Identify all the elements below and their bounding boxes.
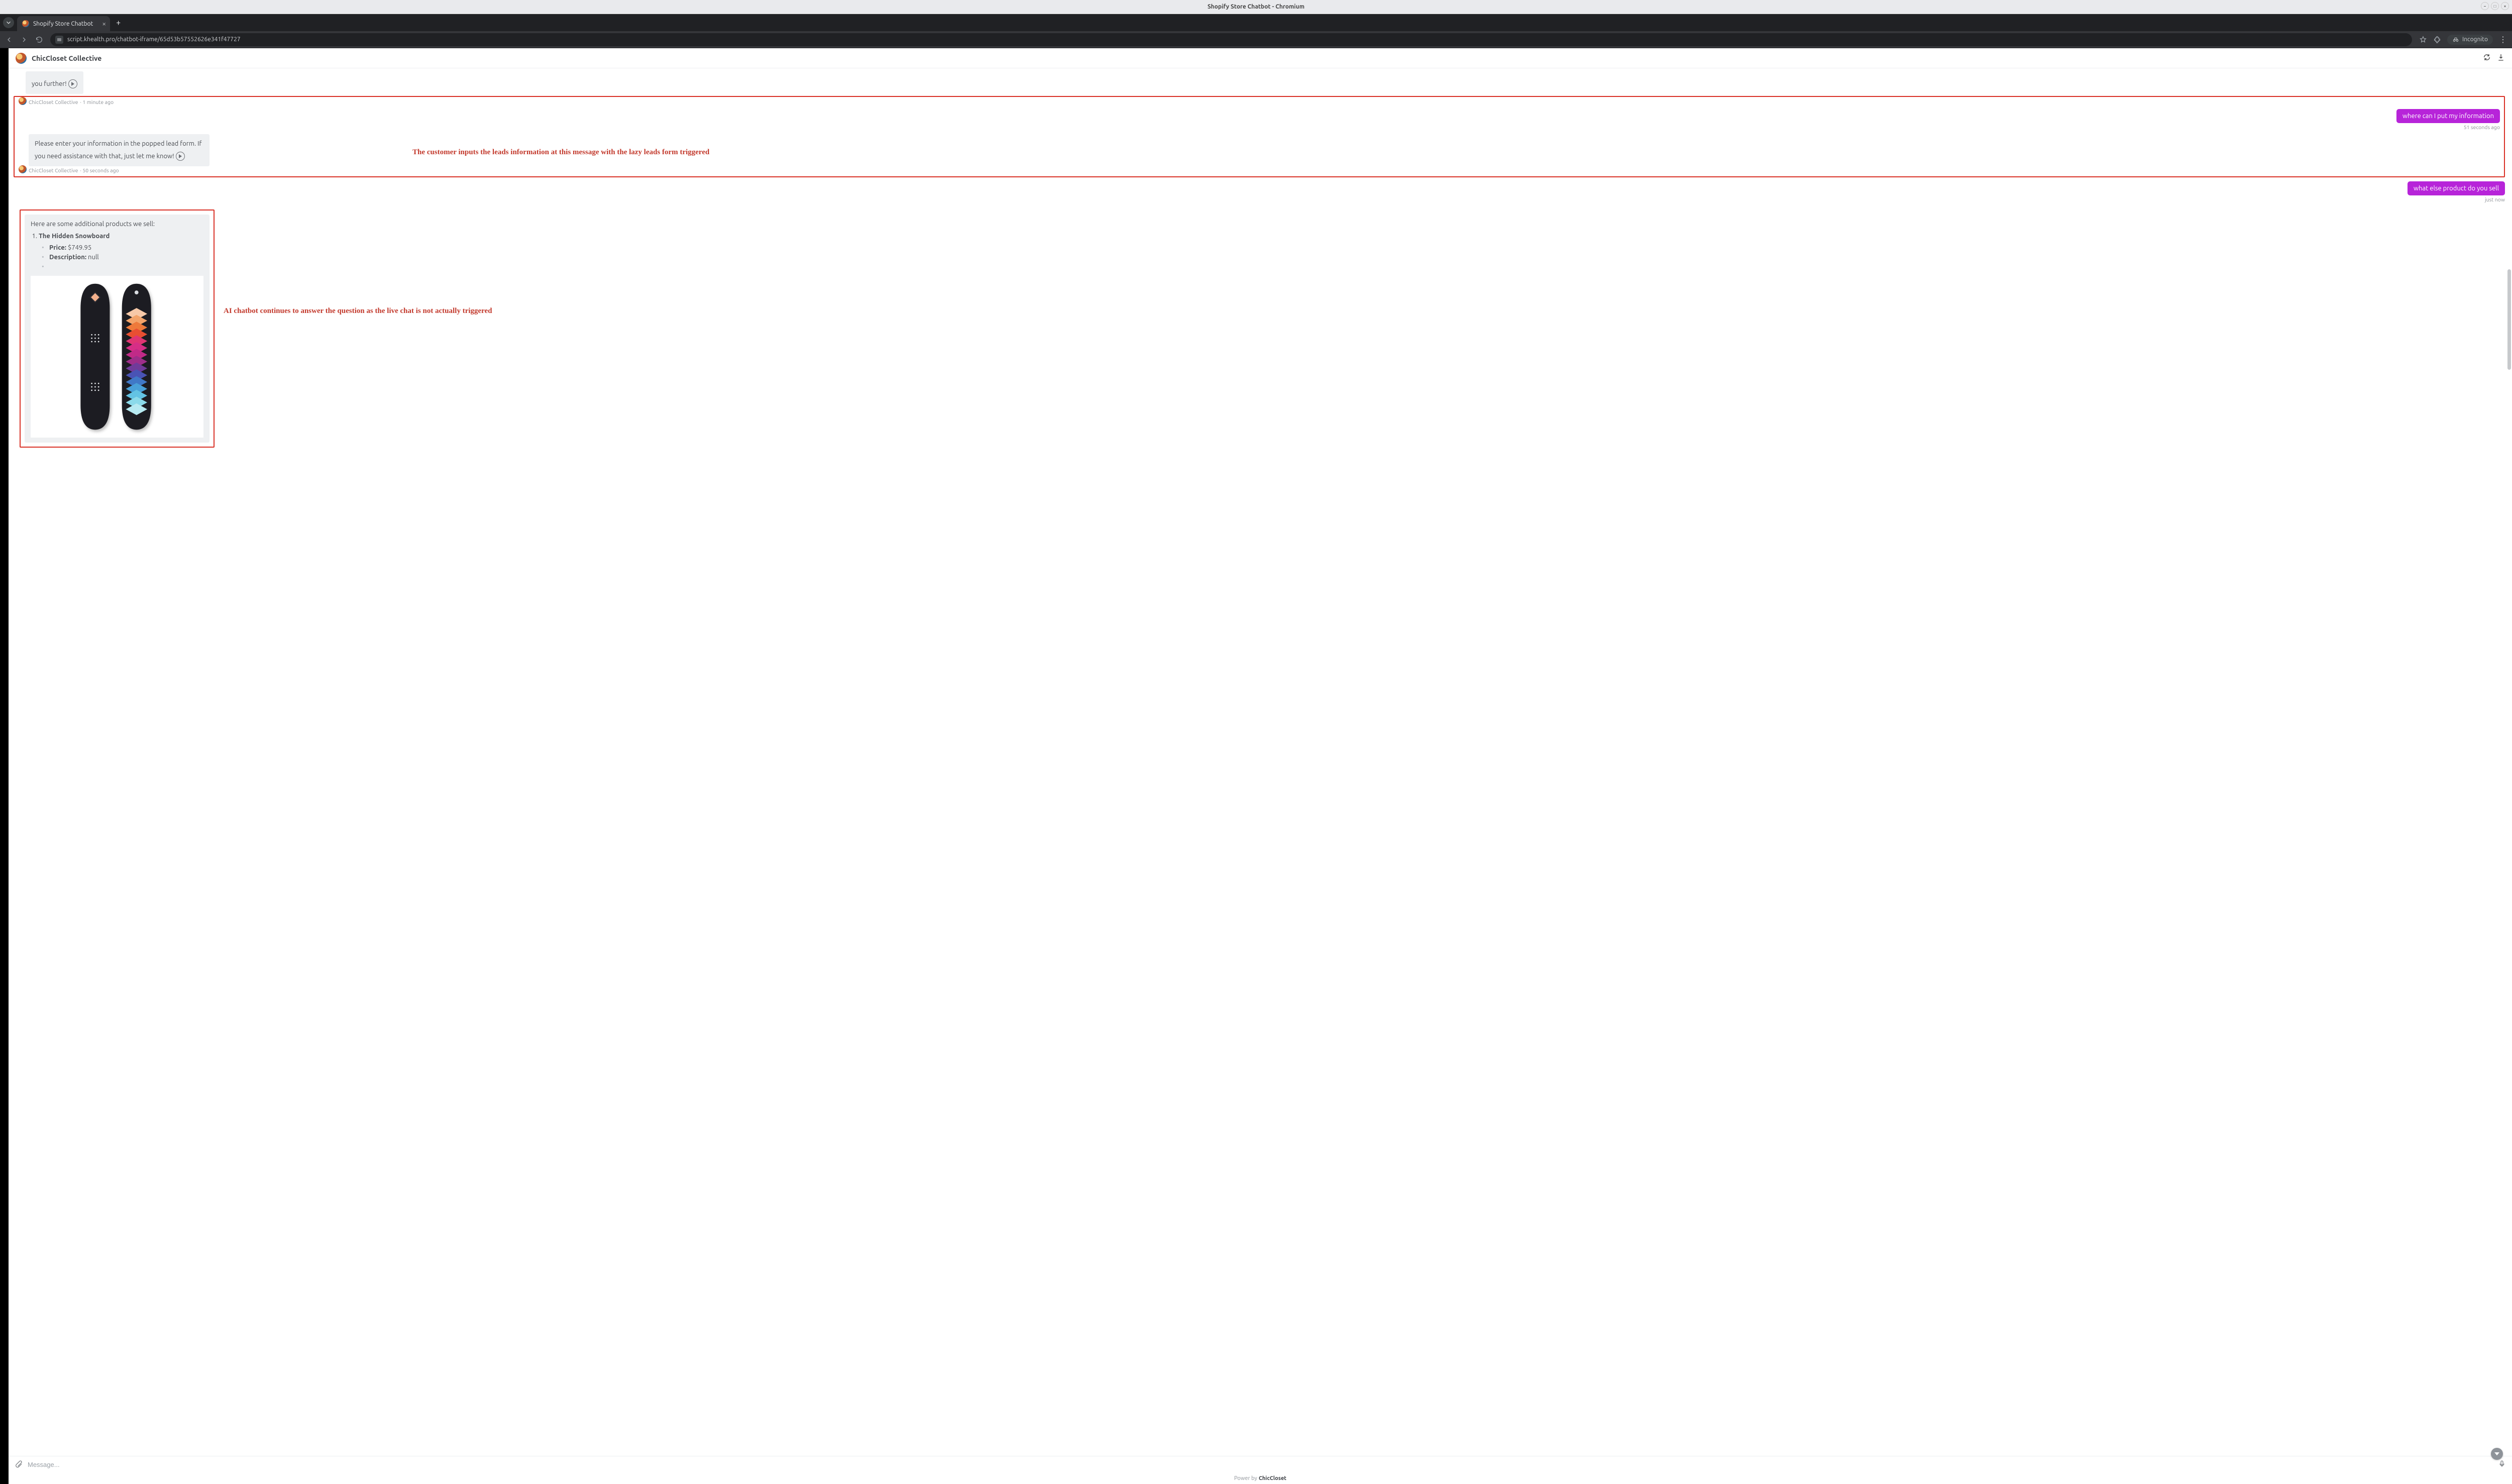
address-bar[interactable]: script.khealth.pro/chatbot-iframe/65d53b… [50,33,2412,46]
product-price-row: Price: $749.95 [42,243,203,253]
bookmark-star-icon[interactable] [2419,36,2427,44]
bot-message-bubble: Please enter your information in the pop… [29,134,210,166]
scroll-to-bottom-button[interactable] [2491,1448,2503,1460]
incognito-icon [2452,36,2459,43]
nav-back-button[interactable] [5,36,13,44]
footer-brand[interactable]: ChicCloset [1259,1475,1286,1481]
product-list: The Hidden Snowboard Price: $749.95 Desc… [31,232,203,271]
user-message: where can I put my information 51 second… [19,109,2500,130]
site-info-icon[interactable] [55,36,63,44]
voice-input-button[interactable] [2498,1460,2506,1470]
user-timestamp: just now [2485,196,2505,202]
bot-message-text: you further! [32,80,67,87]
bot-message: you further! [16,71,2505,94]
composer [9,1456,2512,1473]
bot-message-bubble: you further! [26,71,83,94]
user-message-text: where can I put my information [2402,113,2494,120]
bot-timestamp: · 1 minute ago [80,99,114,105]
bot-message: Please enter your information in the pop… [19,134,216,173]
product-spacer [42,262,203,272]
window-minimize-button[interactable]: – [2481,2,2489,10]
download-transcript-button[interactable] [2497,53,2505,63]
annotation-text-1: The customer inputs the leads informatio… [412,148,709,157]
play-audio-button[interactable] [176,152,185,161]
snowboard-illustration-icon [47,279,187,435]
tab-search-button[interactable] [3,17,14,28]
bot-avatar-icon [19,165,27,173]
url-text: script.khealth.pro/chatbot-iframe/65d53b… [67,36,241,43]
window-maximize-button[interactable]: □ [2491,2,2499,10]
user-message-text: what else product do you sell [2414,185,2499,192]
message-input[interactable] [28,1461,2493,1468]
price-value: $749.95 [68,244,91,251]
browser-tab-strip: Shopify Store Chatbot × + [0,14,2512,31]
user-message-bubble: where can I put my information [2396,109,2500,123]
scrollbar-thumb[interactable] [2507,269,2511,370]
incognito-label: Incognito [2462,36,2488,43]
browser-tab[interactable]: Shopify Store Chatbot × [17,16,110,31]
store-name: ChicCloset Collective [32,54,101,62]
nav-forward-button[interactable] [20,36,28,44]
attach-file-button[interactable] [15,1460,23,1470]
browser-menu-button[interactable]: ⋮ [2499,35,2507,44]
footer-prefix: Power by [1234,1475,1257,1481]
annotation-box-2: Here are some additional products we sel… [20,209,215,448]
bot-author: ChicCloset Collective [29,99,78,105]
page-footer: Power by ChicCloset [9,1473,2512,1484]
browser-toolbar: script.khealth.pro/chatbot-iframe/65d53b… [0,31,2512,48]
nav-reload-button[interactable] [35,36,43,44]
tab-favicon-icon [22,20,29,27]
description-value: null [88,254,99,261]
store-avatar-icon [16,53,27,64]
user-message-bubble: what else product do you sell [2408,181,2505,195]
bot-timestamp: · 50 seconds ago [80,167,119,173]
refresh-chat-button[interactable] [2483,53,2491,63]
product-item: The Hidden Snowboard Price: $749.95 Desc… [39,232,203,271]
incognito-badge[interactable]: Incognito [2447,35,2493,45]
tab-close-button[interactable]: × [102,20,106,28]
price-label: Price: [49,244,66,251]
tab-title: Shopify Store Chatbot [33,21,93,27]
window-close-button[interactable]: × [2501,2,2509,10]
page-frame: ChicCloset Collective you further! [0,48,2512,1484]
product-description-row: Description: null [42,253,203,262]
window-title: Shopify Store Chatbot - Chromium [1207,4,1304,10]
product-name: The Hidden Snowboard [39,233,110,240]
annotation-box-1: ChicCloset Collective · 1 minute ago whe… [14,96,2505,177]
user-message: what else product do you sell just now [16,181,2505,202]
chatbot-header: ChicCloset Collective [9,48,2512,68]
annotation-text-2: AI chatbot continues to answer the quest… [224,307,492,315]
bot-message-bubble: Here are some additional products we sel… [25,215,210,443]
left-gutter [0,48,9,1484]
window-titlebar: Shopify Store Chatbot - Chromium – □ × [0,0,2512,14]
play-audio-button[interactable] [68,79,77,88]
new-tab-button[interactable]: + [116,18,121,27]
description-label: Description: [49,254,86,261]
toolbar-right: Incognito ⋮ [2419,35,2507,45]
bot-avatar-icon [19,97,27,105]
chatbot-page: ChicCloset Collective you further! [9,48,2512,1484]
window-controls: – □ × [2481,2,2509,10]
bot-author: ChicCloset Collective [29,167,78,173]
extensions-icon[interactable] [2433,36,2441,44]
product-image [31,276,203,438]
user-timestamp: 51 seconds ago [2464,124,2500,130]
product-intro: Here are some additional products we sel… [31,220,203,229]
chat-scroll-area[interactable]: you further! ChicCloset Collective · 1 m… [9,68,2512,1456]
